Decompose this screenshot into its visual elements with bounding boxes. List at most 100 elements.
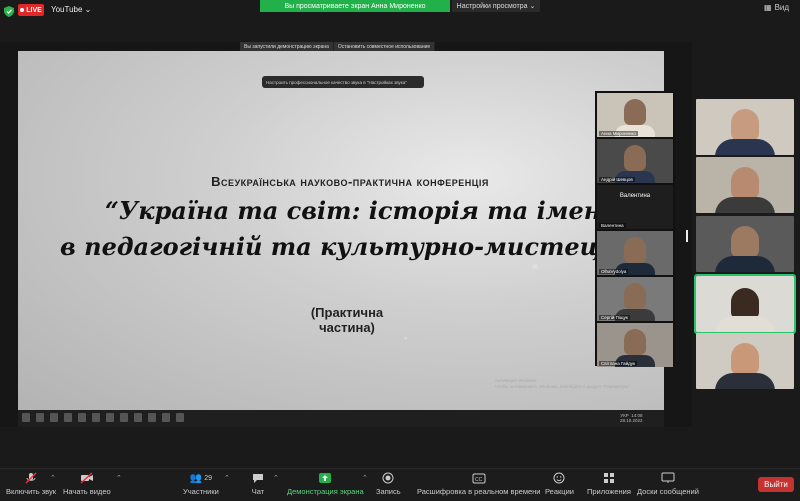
start-video-button[interactable]: Начать видео: [63, 472, 111, 496]
shared-gallery-tile: Сергій Піщук: [597, 277, 673, 321]
participant-name: Андрій Шевцов: [599, 177, 635, 182]
participant-body: [715, 373, 775, 389]
tray-date: 28.10.2022: [620, 418, 643, 423]
record-button[interactable]: Запись: [376, 472, 401, 496]
slide-title-line1: “Україна та світ: історія та імена: [105, 196, 617, 225]
slide-title-line2: в педагогічній та культурно-мистецькій д…: [60, 232, 600, 261]
participant-name: OlhaVydolya: [599, 269, 629, 274]
participant-body: [715, 139, 775, 155]
unmute-button[interactable]: Включить звук: [6, 472, 56, 496]
participants-button[interactable]: 👥 29 Участники: [183, 472, 219, 497]
chat-label: Чат: [251, 487, 265, 496]
participant-video: [731, 343, 759, 375]
whiteboard-icon: [661, 472, 675, 484]
live-badge[interactable]: LIVE: [18, 4, 44, 16]
taskview-icon: [50, 413, 58, 422]
emoji-plus-icon: [552, 472, 566, 484]
mic-off-icon: [24, 472, 38, 484]
live-dot-icon: [20, 8, 25, 12]
app-icon: [120, 413, 128, 422]
whiteboards-button[interactable]: Доски сообщений: [637, 472, 699, 496]
activation-watermark: Активация Windows Чтобы активировать Win…: [495, 378, 631, 389]
participant-video: [731, 226, 759, 258]
search-icon: [36, 413, 44, 422]
stream-target[interactable]: YouTube ⌄: [51, 5, 91, 14]
stop-share-button[interactable]: Остановить совместное использование: [333, 42, 436, 51]
participant-tile[interactable]: [696, 333, 794, 389]
share-screen-button[interactable]: Демонстрация экрана: [287, 472, 364, 496]
chevron-up-icon[interactable]: ⌃: [224, 474, 230, 482]
record-label: Запись: [376, 487, 401, 496]
participant-tile[interactable]: [696, 99, 794, 155]
chevron-down-icon: ⌄: [529, 3, 536, 10]
reactions-button[interactable]: Реакции: [545, 472, 574, 496]
share-status-label: Вы запустили демонстрацию экрана: [240, 42, 334, 51]
participants-icon: 👥 29: [189, 472, 213, 484]
chat-icon: [251, 472, 265, 484]
app-icon: [92, 413, 100, 422]
chevron-down-icon: ⌄: [84, 5, 92, 14]
shared-gallery: Анна Мироненко Андрій Шевцов Валентина Ва…: [595, 91, 675, 367]
captions-button[interactable]: CC Расшифровка в реальном времени: [417, 472, 540, 496]
share-banner: Вы просматриваете экран Анна Мироненко: [260, 0, 450, 12]
record-icon: [381, 472, 395, 484]
participants-label: Участники: [183, 487, 219, 496]
system-tray: УКР 14:08 28.10.2022: [620, 413, 643, 423]
participant-video: [731, 109, 759, 141]
app-icon: [106, 413, 114, 422]
participant-name: Сергій Піщук: [599, 315, 630, 320]
participant-video: [624, 237, 646, 263]
shield-icon[interactable]: [4, 4, 14, 17]
grid-icon: ▦: [764, 3, 772, 12]
chevron-up-icon[interactable]: ⌃: [116, 474, 122, 482]
participant-name: Валентина: [599, 223, 626, 228]
participant-video: [624, 329, 646, 355]
shared-gallery-tile: OlhaVydolya: [597, 231, 673, 275]
participant-body: [715, 197, 775, 213]
participant-video: [731, 167, 759, 199]
chevron-up-icon[interactable]: ⌃: [273, 474, 279, 482]
share-screen-icon: [318, 472, 332, 484]
shared-gallery-tile: Валентина Валентина: [597, 185, 673, 229]
whiteboards-label: Доски сообщений: [637, 487, 699, 496]
video-off-icon: [80, 472, 94, 484]
app-icon: [148, 413, 156, 422]
view-button[interactable]: ▦ Вид: [764, 3, 796, 12]
participant-body: [715, 316, 775, 332]
chevron-up-icon[interactable]: ⌃: [362, 474, 368, 482]
participant-tile[interactable]: [696, 157, 794, 213]
apps-icon: [602, 472, 616, 484]
shared-gallery-tile: Світлана Гайдук: [597, 323, 673, 367]
gallery-scrollbar[interactable]: [686, 230, 688, 242]
leave-button[interactable]: Выйти: [758, 477, 794, 492]
chat-button[interactable]: Чат: [251, 472, 265, 496]
sound-tip: Настроить профессиональное качество звук…: [262, 76, 424, 88]
share-mini-toolbar: Вы запустили демонстрацию экрана Останов…: [240, 42, 466, 51]
participant-video: [624, 99, 646, 125]
explorer-icon: [64, 413, 72, 422]
shared-gallery-tile: Андрій Шевцов: [597, 139, 673, 183]
app-icon: [162, 413, 170, 422]
participant-tile[interactable]: [696, 216, 794, 272]
reactions-label: Реакции: [545, 487, 574, 496]
participants-count: 29: [204, 474, 213, 482]
view-settings-button[interactable]: Настройки просмотра ⌄: [452, 0, 540, 12]
participant-video: [624, 145, 646, 171]
share-screen-label: Демонстрация экрана: [287, 487, 364, 496]
svg-text:CC: CC: [475, 477, 483, 483]
live-label: LIVE: [26, 6, 42, 14]
captions-label: Расшифровка в реальном времени: [417, 487, 541, 496]
slide-part-label: (Практична частина): [310, 305, 384, 335]
participant-body: [715, 256, 775, 272]
apps-button[interactable]: Приложения: [587, 472, 631, 496]
slide-subtitle: Всеукраїнська науково-практична конферен…: [211, 174, 489, 189]
participant-video: [624, 283, 646, 309]
participant-tile-active-speaker[interactable]: [694, 274, 796, 334]
browser-icon: [78, 413, 86, 422]
view-label: Вид: [774, 3, 790, 12]
unmute-label: Включить звук: [6, 487, 57, 496]
stream-target-label: YouTube: [51, 5, 83, 14]
chevron-up-icon[interactable]: ⌃: [50, 474, 56, 482]
shared-gallery-tile: Анна Мироненко: [597, 93, 673, 137]
start-video-label: Начать видео: [63, 487, 111, 496]
